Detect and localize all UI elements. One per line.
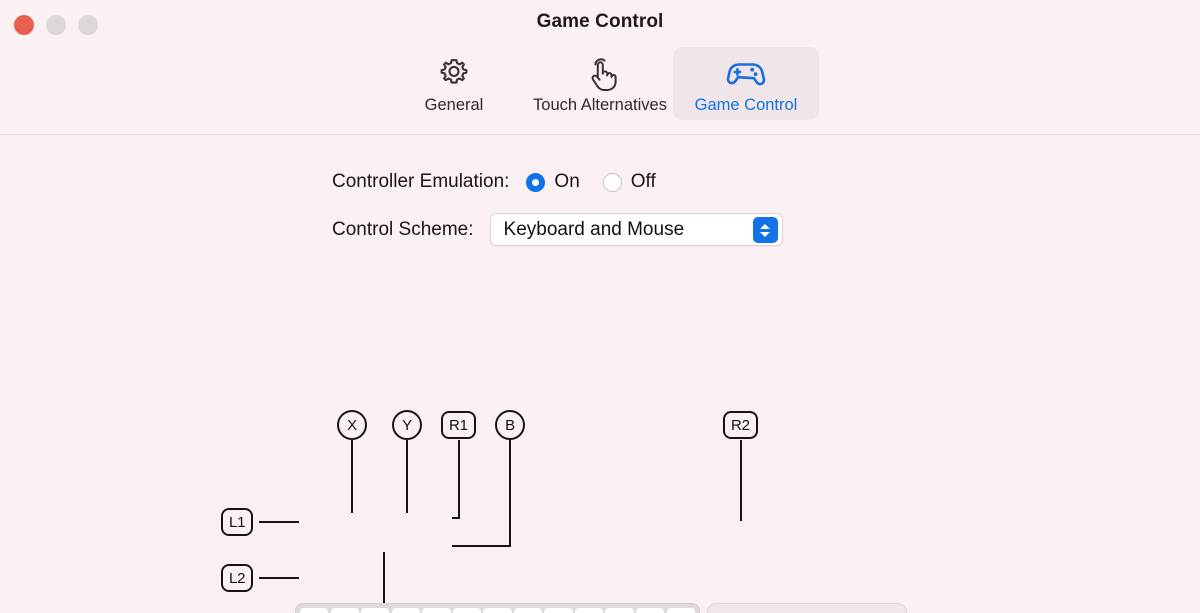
trackpad-diagram	[707, 603, 907, 613]
key[interactable]	[513, 608, 543, 613]
keyboard-diagram	[295, 603, 700, 613]
key[interactable]	[636, 608, 665, 613]
controller-emulation-label: Controller Emulation:	[332, 171, 510, 192]
title-bar: Game Control	[0, 0, 1200, 47]
toolbar-item-game-control-label: Game Control	[694, 96, 798, 114]
key[interactable]	[391, 608, 420, 613]
key[interactable]	[574, 608, 604, 613]
callout-badge-r1: R1	[441, 411, 476, 439]
control-scheme-value: Keyboard and Mouse	[503, 218, 685, 240]
callout-connector-lines	[259, 440, 808, 613]
toolbar: General Touch Alternatives Game Control	[0, 47, 1200, 135]
callout-badge-x: X	[337, 410, 367, 440]
key[interactable]	[452, 608, 482, 613]
control-scheme-select[interactable]: Keyboard and Mouse	[489, 213, 783, 246]
control-scheme-row: Control Scheme: Keyboard and Mouse	[332, 213, 783, 246]
radio-indicator-on[interactable]	[526, 172, 546, 192]
key[interactable]	[422, 608, 451, 613]
toolbar-item-touch-alternatives[interactable]: Touch Alternatives	[527, 47, 673, 120]
gear-icon	[436, 53, 472, 93]
window-title: Game Control	[536, 11, 664, 32]
radio-label-on: On	[554, 171, 580, 192]
toolbar-item-touch-alternatives-label: Touch Alternatives	[533, 96, 667, 114]
callout-badge-l1: L1	[221, 508, 254, 536]
keyboard-row-function	[300, 608, 695, 613]
radio-indicator-off[interactable]	[602, 172, 622, 192]
key[interactable]	[605, 608, 634, 613]
callout-badge-y: Y	[392, 410, 422, 440]
chevron-updown-icon[interactable]	[752, 217, 778, 243]
gamepad-icon	[725, 53, 767, 93]
toolbar-item-general-label: General	[424, 96, 484, 114]
key[interactable]	[544, 608, 573, 613]
radio-option-off[interactable]: Off	[602, 171, 656, 193]
controller-emulation-row: Controller Emulation: On Off	[332, 171, 656, 193]
control-mapping-diagram: X Y R1 B R2 L1 L2	[0, 260, 1200, 613]
controller-emulation-radio-group: On Off	[526, 171, 656, 193]
radio-option-on[interactable]: On	[526, 171, 580, 193]
callout-badge-r2: R2	[723, 411, 758, 439]
content-pane: Controller Emulation: On Off Control Sch…	[0, 135, 1200, 613]
toolbar-item-game-control[interactable]: Game Control	[673, 47, 819, 120]
key[interactable]	[330, 608, 359, 613]
callout-badge-b: B	[495, 410, 525, 440]
radio-label-off: Off	[630, 171, 656, 192]
control-scheme-label: Control Scheme:	[332, 218, 474, 240]
toolbar-item-general[interactable]: General	[381, 47, 527, 120]
key[interactable]	[361, 608, 390, 613]
key[interactable]	[483, 608, 512, 613]
key[interactable]	[300, 608, 329, 613]
game-control-window: Game Control General Touch Alternatives …	[0, 0, 1200, 613]
key[interactable]	[666, 608, 695, 613]
callout-badge-l2: L2	[221, 564, 254, 592]
hand-tap-icon	[582, 53, 618, 93]
